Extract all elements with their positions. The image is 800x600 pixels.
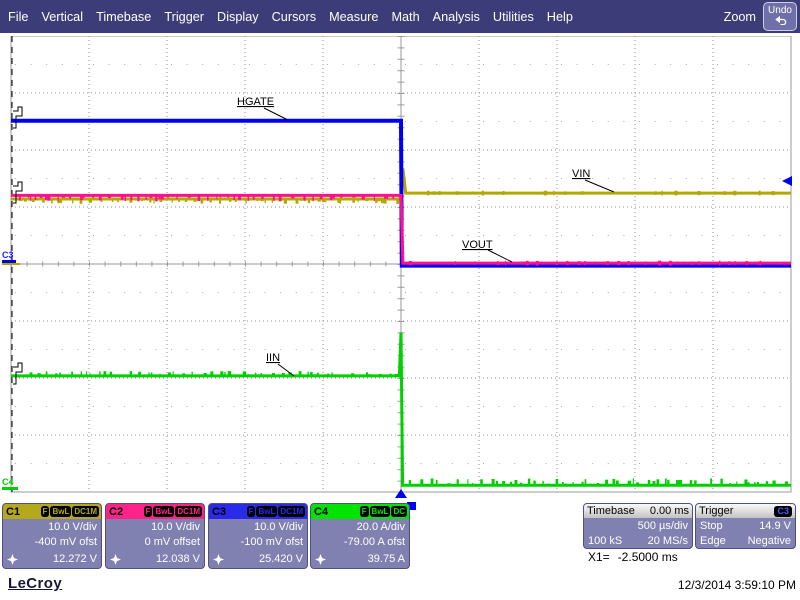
trace-label-iin: IIN xyxy=(266,352,280,364)
oscilloscope-screen: File Vertical Timebase Trigger Display C… xyxy=(0,0,800,600)
trigger-level: 14.9 V xyxy=(759,519,791,533)
cursor-value: -2.5000 ms xyxy=(618,550,678,564)
menu-measure[interactable]: Measure xyxy=(329,10,378,24)
trace-label-vout: VOUT xyxy=(462,239,493,251)
menu-help[interactable]: Help xyxy=(547,10,573,24)
menu-display[interactable]: Display xyxy=(217,10,259,24)
channel-id: C2 xyxy=(109,506,123,518)
lecroy-logo: LeCroy xyxy=(8,575,62,592)
coupling-badge: F xyxy=(41,506,50,517)
menu-timebase[interactable]: Timebase xyxy=(96,10,151,24)
channel-scale: 20.0 A/div xyxy=(311,520,409,534)
channel-id: C4 xyxy=(314,506,328,518)
trigger-type: Edge xyxy=(700,534,726,548)
bwl-badge: BwL xyxy=(370,506,391,517)
trigger-mode: Stop xyxy=(700,519,723,533)
menu-vertical[interactable]: Vertical xyxy=(41,10,83,24)
trigger-source-badge: C3 xyxy=(774,506,792,517)
channel-box-c4[interactable]: C4 F BwL DC 20.0 A/div -79.00 A ofst 39.… xyxy=(310,503,410,569)
channel-measurement: 25.420 V xyxy=(259,553,303,565)
channel-offset: -400 mV ofst xyxy=(3,535,101,549)
menu-file[interactable]: File xyxy=(8,10,28,24)
channel-box-c1[interactable]: C1 F BwL DC1M 10.0 V/div -400 mV ofst 12… xyxy=(2,503,102,569)
timebase-title: Timebase xyxy=(587,505,635,517)
coupling-badge: F xyxy=(360,506,369,517)
cursor-cross-icon xyxy=(315,554,326,565)
channel-measurement: 12.038 V xyxy=(156,553,200,565)
cursor-cross-icon xyxy=(213,554,224,565)
channel-measurement: 12.272 V xyxy=(53,553,97,565)
channel-box-c2[interactable]: C2 F BwL DC1M 10.0 V/div 0 mV offset 12.… xyxy=(105,503,205,569)
menu-math[interactable]: Math xyxy=(391,10,419,24)
input-badge: DC1M xyxy=(72,506,99,517)
timebase-samples: 100 kS xyxy=(588,534,622,548)
cursor-readout: X1= -2.5000 ms xyxy=(588,550,678,564)
cursor-cross-icon xyxy=(7,554,18,565)
cursor-label: X1= xyxy=(588,550,610,564)
channel-id: C1 xyxy=(6,506,20,518)
bwl-badge: BwL xyxy=(153,506,174,517)
trace-label-vin: VIN xyxy=(572,168,590,180)
input-badge: DC xyxy=(391,506,407,517)
bwl-badge: BwL xyxy=(256,506,277,517)
edge-marker-c3: C3 xyxy=(2,250,14,260)
channel-scale: 10.0 V/div xyxy=(106,520,204,534)
menu-utilities[interactable]: Utilities xyxy=(493,10,534,24)
bwl-badge: BwL xyxy=(50,506,71,517)
menu-trigger[interactable]: Trigger xyxy=(164,10,204,24)
edge-marker-c4: C4 xyxy=(2,477,14,487)
timebase-box[interactable]: Timebase 0.00 ms 500 µs/div 100 kS 20 MS… xyxy=(583,503,693,549)
undo-button[interactable]: Undo xyxy=(763,2,797,31)
channel-box-c3[interactable]: C3 F BwL DC1M 10.0 V/div -100 mV ofst 25… xyxy=(208,503,308,569)
timebase-delay: 0.00 ms xyxy=(650,505,689,517)
coupling-badge: F xyxy=(247,506,256,517)
trace-label-hgate: HGATE xyxy=(237,96,274,108)
undo-icon xyxy=(774,16,787,28)
channel-measurement: 39.75 A xyxy=(368,553,405,565)
channel-offset: -79.00 A ofst xyxy=(311,535,409,549)
trigger-box[interactable]: Trigger C3 Stop 14.9 V Edge Negative xyxy=(695,503,796,549)
menu-zoom[interactable]: Zoom xyxy=(724,10,756,24)
menu-items: File Vertical Timebase Trigger Display C… xyxy=(8,10,573,24)
menu-bar: File Vertical Timebase Trigger Display C… xyxy=(0,0,800,33)
channel-scale: 10.0 V/div xyxy=(209,520,307,534)
channel-id: C3 xyxy=(212,506,226,518)
cursor-cross-icon xyxy=(110,554,121,565)
channel-offset: 0 mV offset xyxy=(106,535,204,549)
input-badge: DC1M xyxy=(278,506,305,517)
menu-analysis[interactable]: Analysis xyxy=(433,10,480,24)
trigger-title: Trigger xyxy=(699,505,733,517)
menu-cursors[interactable]: Cursors xyxy=(272,10,316,24)
channel-offset: -100 mV ofst xyxy=(209,535,307,549)
timebase-rate: 20 MS/s xyxy=(648,534,688,548)
channel-scale: 10.0 V/div xyxy=(3,520,101,534)
waveform-display[interactable]: HGATE VIN VOUT IIN C3 C4 xyxy=(0,36,800,512)
trigger-slope: Negative xyxy=(748,534,791,548)
timestamp: 12/3/2014 3:59:10 PM xyxy=(678,578,796,592)
coupling-badge: F xyxy=(144,506,153,517)
timebase-scale: 500 µs/div xyxy=(638,519,688,533)
undo-button-label: Undo xyxy=(768,5,792,16)
input-badge: DC1M xyxy=(175,506,202,517)
